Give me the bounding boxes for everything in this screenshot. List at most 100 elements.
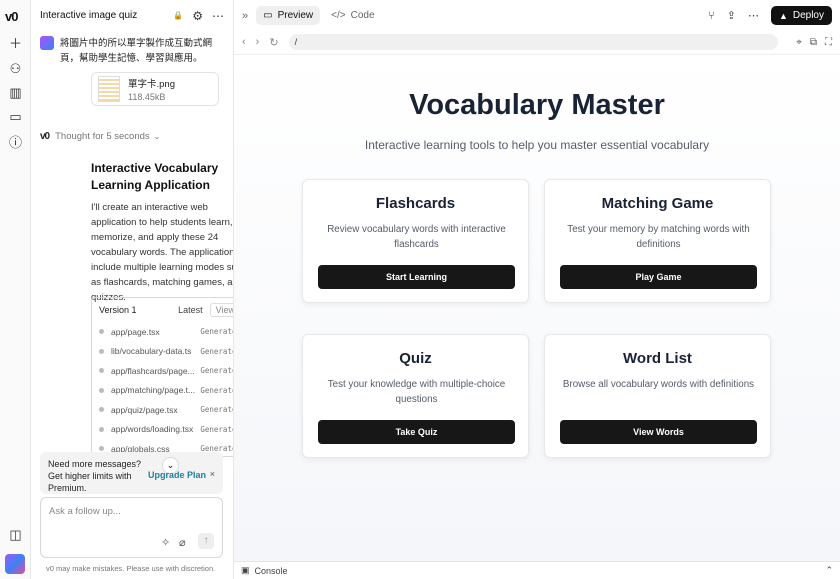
- view-words-button[interactable]: View Words: [560, 420, 757, 444]
- url-bar: ‹ › ↻ / ⌖ ⧉ ⛶: [234, 31, 840, 53]
- file-row[interactable]: app/page.tsx Generated: [92, 322, 233, 342]
- fullscreen-icon[interactable]: ⛶: [825, 37, 832, 48]
- followup-input[interactable]: [49, 506, 209, 517]
- tab-preview-label: Preview: [277, 10, 314, 21]
- card-title: Flashcards: [375, 195, 456, 212]
- sparkle-icon[interactable]: ✧: [161, 536, 170, 549]
- forward-icon[interactable]: ›: [256, 36, 260, 48]
- user-message-text: 將圖片中的所以單字製作成互動式網頁，幫助學生記憶、學習與應用。: [60, 38, 213, 64]
- send-button[interactable]: ↑: [198, 533, 214, 549]
- card-matching-game: Matching Game Test your memory by matchi…: [544, 179, 771, 303]
- preview-pane: Vocabulary Master Interactive learning t…: [234, 54, 840, 561]
- v0-logo[interactable]: v0: [5, 9, 19, 24]
- avatar[interactable]: [5, 554, 25, 574]
- console-bar[interactable]: ▣ Console ⌃: [234, 561, 840, 579]
- answer-body: I'll create an interactive web applicati…: [91, 202, 234, 303]
- terminal-icon: ▣: [241, 565, 250, 575]
- file-row[interactable]: app/words/loading.tsx Generated: [92, 420, 233, 440]
- file-row[interactable]: app/flashcards/page... Generated: [92, 361, 233, 381]
- file-row[interactable]: lib/vocabulary-data.ts Generated: [92, 342, 233, 362]
- sidebar-toggle-icon[interactable]: ◫: [8, 527, 23, 542]
- v0-icon: v0: [40, 131, 50, 142]
- thinking-toggle[interactable]: v0 Thought for 5 seconds ⌄: [40, 131, 160, 142]
- deploy-button[interactable]: ▲ Deploy: [770, 6, 832, 25]
- git-branch-icon[interactable]: ⑂: [708, 10, 715, 22]
- refresh-icon[interactable]: ↻: [269, 36, 278, 49]
- card-description: Test your memory by matching words with …: [567, 224, 750, 250]
- disclaimer: v0 may make mistakes. Please use with di…: [46, 564, 216, 573]
- attachment-size: 118.45kB: [128, 92, 166, 102]
- main-area: » ▭ Preview </> Code ⑂ ⇪ ⋯ ▲ Deploy ‹ › …: [234, 0, 840, 579]
- back-icon[interactable]: ‹: [242, 36, 246, 48]
- user-avatar: [40, 36, 54, 50]
- file-status-icon: [99, 368, 104, 374]
- file-status: Generated: [200, 424, 233, 434]
- card-title: Quiz: [399, 350, 432, 367]
- folder-icon[interactable]: ▭: [8, 109, 23, 124]
- file-status-icon: [99, 407, 104, 413]
- play-game-button[interactable]: Play Game: [560, 265, 757, 289]
- tab-preview[interactable]: ▭ Preview: [256, 6, 321, 25]
- more-icon[interactable]: ⋯: [212, 9, 224, 23]
- upgrade-banner: Need more messages? Get higher limits wi…: [40, 452, 223, 494]
- file-path: app/words/loading.tsx: [111, 424, 194, 435]
- file-path: app/flashcards/page...: [111, 365, 195, 376]
- file-path: app/matching/page.t...: [111, 385, 196, 396]
- share-icon[interactable]: ⇪: [727, 9, 736, 22]
- start-learning-button[interactable]: Start Learning: [318, 265, 515, 289]
- file-status-icon: [99, 446, 104, 452]
- attachment-card[interactable]: 單字卡.png 118.45kB: [91, 72, 219, 106]
- card-description: Test your knowledge with multiple-choice…: [327, 379, 506, 405]
- more-icon[interactable]: ⋯: [748, 9, 759, 22]
- deploy-label: Deploy: [792, 10, 824, 21]
- card-quiz: Quiz Test your knowledge with multiple-c…: [302, 334, 529, 458]
- file-status-icon: [99, 348, 104, 354]
- file-status: Generated: [200, 327, 233, 337]
- expand-icon[interactable]: »: [242, 10, 248, 22]
- book-icon[interactable]: ▥: [8, 85, 23, 100]
- card-flashcards: Flashcards Review vocabulary words with …: [302, 179, 529, 303]
- user-message: 將圖片中的所以單字製作成互動式網頁，幫助學生記憶、學習與應用。: [40, 36, 230, 66]
- view-button[interactable]: View: [209, 303, 233, 317]
- followup-box: ✧ ⌀ ↑: [40, 497, 223, 558]
- url-input[interactable]: /: [288, 34, 779, 50]
- chevron-up-icon[interactable]: ⌃: [825, 565, 833, 576]
- help-icon[interactable]: ⓘ: [8, 134, 23, 150]
- upgrade-plan-link[interactable]: Upgrade Plan: [148, 470, 206, 480]
- close-icon[interactable]: ×: [210, 469, 215, 479]
- version-card: Version 1 Latest View app/page.tsx Genera…: [91, 297, 233, 457]
- paperclip-icon[interactable]: ⌀: [179, 536, 186, 549]
- plus-icon[interactable]: ＋: [8, 35, 23, 51]
- latest-label: Latest: [178, 305, 203, 315]
- chat-title[interactable]: Interactive image quiz: [40, 10, 170, 21]
- file-path: app/quiz/page.tsx: [111, 404, 178, 415]
- settings-icon[interactable]: ⚙: [192, 9, 203, 23]
- top-toolbar: » ▭ Preview </> Code ⑂ ⇪ ⋯ ▲ Deploy: [234, 0, 840, 31]
- inspect-icon[interactable]: ⌖: [796, 37, 802, 48]
- thinking-label: Thought for 5 seconds: [55, 131, 150, 142]
- version-title: Version 1: [99, 305, 137, 315]
- file-row[interactable]: app/quiz/page.tsx Generated: [92, 400, 233, 420]
- console-label: Console: [254, 565, 288, 576]
- page-subtitle: Interactive learning tools to help you m…: [364, 138, 710, 152]
- chevron-down-icon: ⌄: [153, 132, 161, 141]
- triangle-icon: ▲: [778, 10, 788, 21]
- take-quiz-button[interactable]: Take Quiz: [318, 420, 515, 444]
- file-status-icon: [99, 329, 104, 335]
- file-row[interactable]: app/matching/page.t... Generated: [92, 381, 233, 401]
- file-status-icon: [99, 387, 104, 393]
- code-icon: </>: [331, 10, 346, 21]
- attachment-thumbnail: [98, 76, 120, 102]
- card-description: Browse all vocabulary words with definit…: [562, 379, 755, 390]
- left-rail: v0 ＋ ⚇ ▥ ▭ ⓘ ◫: [0, 0, 31, 579]
- file-status-icon: [99, 426, 104, 432]
- attachment-name: 單字卡.png: [128, 79, 175, 90]
- graph-icon[interactable]: ⚇: [8, 61, 23, 76]
- chat-header: Interactive image quiz 🔒 ⚙ ⋯: [31, 0, 233, 31]
- tab-code[interactable]: </> Code: [324, 6, 381, 25]
- card-title: Matching Game: [601, 195, 714, 212]
- file-path: app/page.tsx: [111, 326, 160, 337]
- upgrade-text: Need more messages? Get higher limits wi…: [48, 459, 142, 493]
- file-path: lib/vocabulary-data.ts: [111, 346, 192, 357]
- new-window-icon[interactable]: ⧉: [810, 37, 817, 48]
